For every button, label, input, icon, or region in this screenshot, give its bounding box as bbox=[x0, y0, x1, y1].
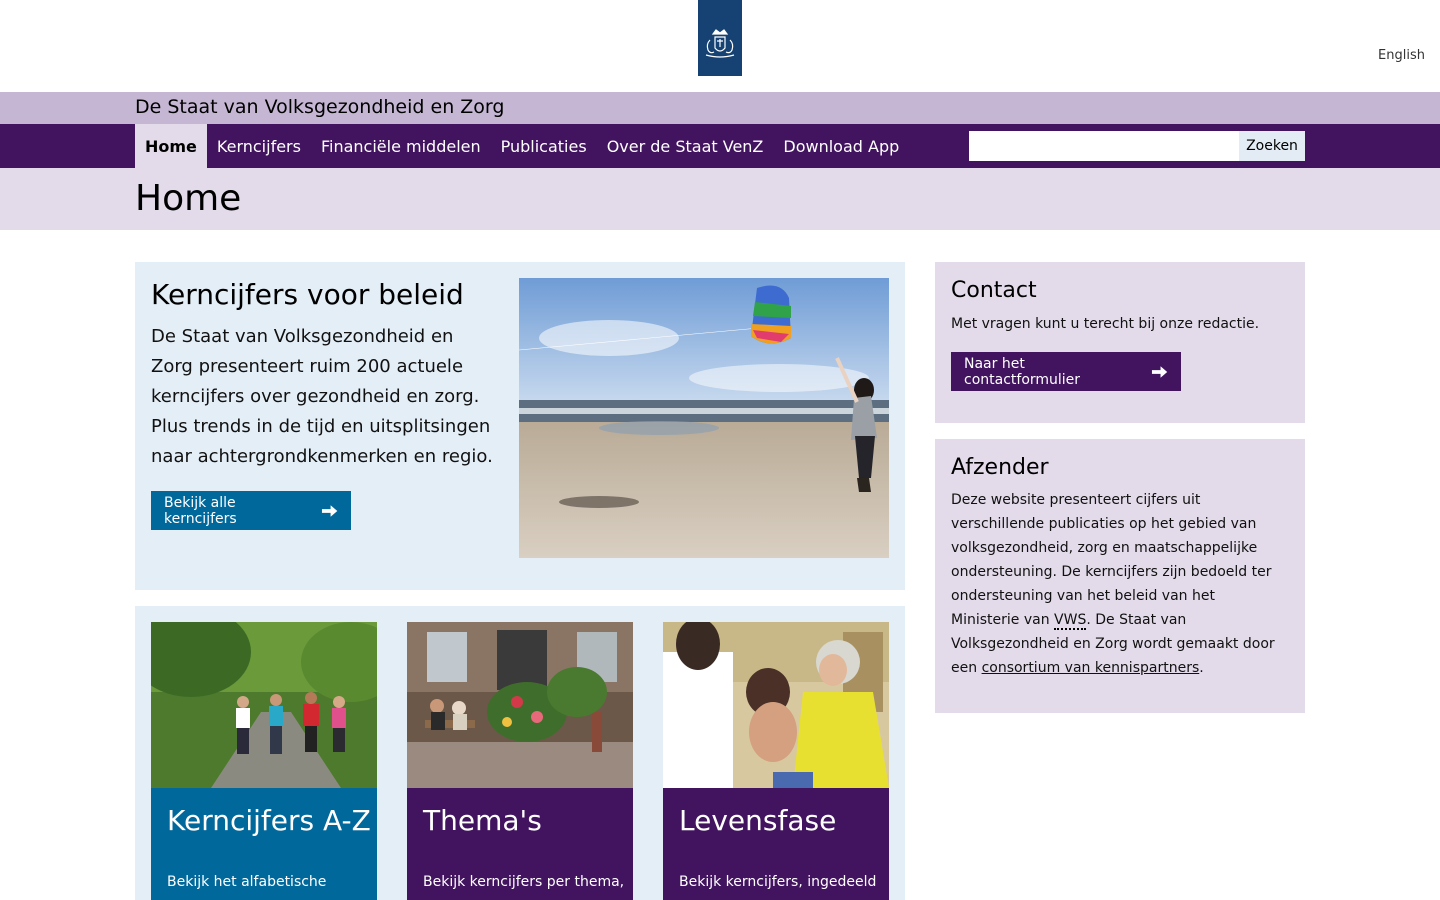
tile-body: Kerncijfers A-Z Bekijk het alfabetische bbox=[151, 788, 377, 900]
nav-item-over-de-staat-venz[interactable]: Over de Staat VenZ bbox=[597, 124, 774, 168]
nav-item-financiele-middelen[interactable]: Financiële middelen bbox=[311, 124, 491, 168]
tile-image-street-bench bbox=[407, 622, 633, 788]
search-input[interactable] bbox=[969, 131, 1239, 161]
site-title[interactable]: De Staat van Volksgezondheid en Zorg bbox=[135, 96, 504, 118]
hero-text: De Staat van Volksgezondheid en Zorg pre… bbox=[151, 326, 493, 467]
hero-button-label: Bekijk alle kerncijfers bbox=[164, 494, 237, 527]
afzender-text-part3: . bbox=[1199, 660, 1204, 676]
arrow-right-icon bbox=[1151, 365, 1168, 378]
tile-text: Bekijk het alfabetische bbox=[167, 874, 327, 890]
coat-of-arms-icon bbox=[705, 29, 735, 58]
tile-body: Thema's Bekijk kerncijfers per thema, bbox=[407, 788, 633, 900]
nav-item-download-app[interactable]: Download App bbox=[773, 124, 909, 168]
tile-levensfase[interactable]: Levensfase Bekijk kerncijfers, ingedeeld bbox=[663, 622, 889, 900]
navigation-tiles: Kerncijfers A-Z Bekijk het alfabetische bbox=[135, 606, 905, 900]
tile-image-doctor-child bbox=[663, 622, 889, 788]
hero-block: Kerncijfers voor beleid De Staat van Vol… bbox=[135, 262, 905, 590]
afzender-card: Afzender Deze website presenteert cijfer… bbox=[935, 439, 1305, 713]
site-title-band: De Staat van Volksgezondheid en Zorg bbox=[0, 92, 1440, 124]
tile-text: Bekijk kerncijfers per thema, bbox=[423, 874, 625, 890]
contact-button-label: Naar het contactformulier bbox=[964, 355, 1081, 388]
main-navigation: Home Kerncijfers Financiële middelen Pub… bbox=[0, 124, 1440, 168]
afzender-text: Deze website presenteert cijfers uit ver… bbox=[951, 488, 1281, 680]
nav-list: Home Kerncijfers Financiële middelen Pub… bbox=[135, 124, 909, 168]
hero-image-beach-kite bbox=[519, 278, 889, 558]
contact-form-button[interactable]: Naar het contactformulier bbox=[951, 352, 1181, 391]
nav-item-home[interactable]: Home bbox=[135, 124, 207, 168]
tile-title: Kerncijfers A-Z bbox=[167, 804, 371, 837]
contact-title: Contact bbox=[951, 278, 1037, 303]
tile-kerncijfers-a-z[interactable]: Kerncijfers A-Z Bekijk het alfabetische bbox=[151, 622, 377, 900]
tile-text: Bekijk kerncijfers, ingedeeld bbox=[679, 874, 877, 890]
hero-title: Kerncijfers voor beleid bbox=[151, 278, 464, 311]
consortium-link[interactable]: consortium van kennispartners bbox=[982, 660, 1200, 676]
afzender-text-part1: Deze website presenteert cijfers uit ver… bbox=[951, 492, 1272, 628]
nav-item-kerncijfers[interactable]: Kerncijfers bbox=[207, 124, 311, 168]
rijksoverheid-logo[interactable] bbox=[698, 0, 742, 76]
arrow-right-icon bbox=[321, 504, 338, 517]
page-title: Home bbox=[135, 178, 242, 219]
nav-item-publicaties[interactable]: Publicaties bbox=[491, 124, 597, 168]
tile-image-joggers bbox=[151, 622, 377, 788]
language-link-english[interactable]: English bbox=[1378, 48, 1425, 63]
search-form: Zoeken bbox=[969, 131, 1305, 161]
page-title-band: Home bbox=[0, 168, 1440, 230]
tile-themas[interactable]: Thema's Bekijk kerncijfers per thema, bbox=[407, 622, 633, 900]
afzender-title: Afzender bbox=[951, 455, 1049, 480]
tile-title: Levensfase bbox=[679, 804, 837, 837]
view-all-kerncijfers-button[interactable]: Bekijk alle kerncijfers bbox=[151, 491, 351, 530]
vws-abbreviation: VWS bbox=[1054, 612, 1087, 630]
contact-text: Met vragen kunt u terecht bij onze redac… bbox=[951, 316, 1260, 332]
contact-card: Contact Met vragen kunt u terecht bij on… bbox=[935, 262, 1305, 423]
top-header: English bbox=[0, 0, 1440, 92]
tile-title: Thema's bbox=[423, 804, 542, 837]
tile-body: Levensfase Bekijk kerncijfers, ingedeeld bbox=[663, 788, 889, 900]
search-button[interactable]: Zoeken bbox=[1239, 131, 1305, 161]
